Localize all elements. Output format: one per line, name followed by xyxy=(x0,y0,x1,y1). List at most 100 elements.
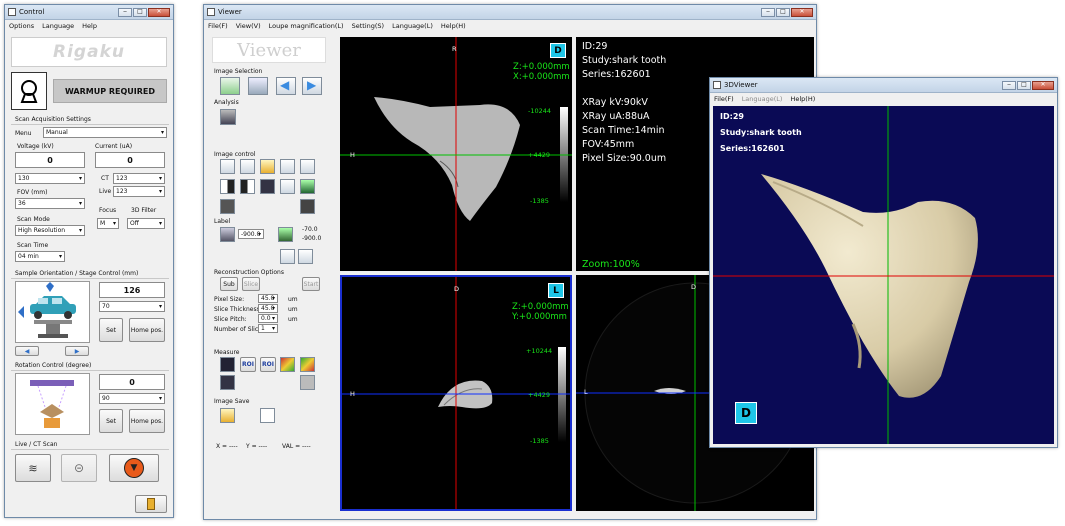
capture-icon[interactable] xyxy=(260,408,275,423)
analysis-button[interactable] xyxy=(220,109,236,125)
move-tool-icon[interactable] xyxy=(240,159,255,174)
exit-button[interactable] xyxy=(135,495,167,513)
menu-view[interactable]: View(V) xyxy=(236,22,261,30)
maximize-icon[interactable]: □ xyxy=(1017,80,1031,90)
value-label: VAL = ---- xyxy=(282,443,311,450)
menu-file[interactable]: File(F) xyxy=(208,22,228,30)
viewport-bottom-left[interactable]: D H L Z:+0.000mm Y:+0.000mm +10244 +4429… xyxy=(340,275,572,511)
contrast-tool-icon[interactable] xyxy=(220,179,235,194)
viewer-title: Viewer xyxy=(218,8,242,16)
menu-setting[interactable]: Setting(S) xyxy=(352,22,384,30)
scan-time-label: Scan Time xyxy=(17,242,49,249)
rotation-step-select[interactable]: 90 xyxy=(99,393,165,404)
reset-tool-icon[interactable] xyxy=(300,199,315,214)
maximize-icon[interactable]: □ xyxy=(133,7,147,17)
scale-tool-icon[interactable] xyxy=(280,179,295,194)
window-tool-icon[interactable] xyxy=(280,159,295,174)
image-save-label: Image Save xyxy=(214,398,250,405)
scan-mode-select[interactable]: High Resolution xyxy=(15,225,85,236)
control-titlebar[interactable]: Control ‒ □ ✕ xyxy=(5,5,173,20)
live-scan-button[interactable]: ≋ xyxy=(15,454,51,482)
slice-button[interactable]: Slice xyxy=(242,277,260,291)
label-tool-b-icon[interactable] xyxy=(298,249,313,264)
fov-select[interactable]: 36 xyxy=(15,198,85,209)
vp1-top-orientation: R xyxy=(452,45,457,53)
num-slices-input[interactable]: 1 xyxy=(258,324,278,333)
menu-loupe[interactable]: Loupe magnification(L) xyxy=(269,22,344,30)
3d-filter-select[interactable]: Off xyxy=(127,218,165,229)
slice-thickness-input[interactable]: 45.0 xyxy=(258,304,278,313)
label-left-icon[interactable] xyxy=(220,227,235,242)
minimize-icon[interactable]: ‒ xyxy=(761,7,775,17)
slice-pitch-input[interactable]: 0.0 xyxy=(258,314,278,323)
image-selection-label: Image Selection xyxy=(214,68,263,75)
vp4-left-orientation: L xyxy=(584,388,588,396)
stage-right-button[interactable]: ▶ xyxy=(65,346,89,356)
start-button[interactable]: Start xyxy=(302,277,320,291)
ct-current-select[interactable]: 123 xyxy=(113,173,165,184)
vp2-view-badge[interactable]: L xyxy=(548,283,564,298)
menu-file[interactable]: File(F) xyxy=(714,95,734,103)
menu-help[interactable]: Help(H) xyxy=(790,95,815,103)
sub-button[interactable]: Sub xyxy=(220,277,238,291)
measure-paint-icon[interactable] xyxy=(280,357,295,372)
live-label: Live xyxy=(99,188,112,195)
vp1-z-position: Z:+0.000mm xyxy=(513,62,570,72)
menu-help[interactable]: Help(H) xyxy=(441,22,466,30)
save-image-icon[interactable] xyxy=(220,408,235,423)
layout-tool-icon[interactable] xyxy=(220,199,235,214)
measure-grid-icon[interactable] xyxy=(220,375,235,390)
menu-language[interactable]: Language(L) xyxy=(742,95,783,103)
ct-scan-button[interactable]: ⊝ xyxy=(61,454,97,482)
histogram-tool-icon[interactable] xyxy=(260,179,275,194)
slice-thickness-unit: um xyxy=(288,306,298,313)
focus-select[interactable]: M xyxy=(97,218,119,229)
rotation-set-button[interactable]: Set xyxy=(99,409,123,433)
viewport-top-left[interactable]: R H D Z:+0.000mm X:+0.000mm -10244 +4429… xyxy=(340,37,572,271)
label-tool-a-icon[interactable] xyxy=(280,249,295,264)
pixel-size-input[interactable]: 45.0 xyxy=(258,294,278,303)
roi-ellipse-button[interactable]: ROI xyxy=(260,357,276,372)
menu-language[interactable]: Language xyxy=(42,22,74,30)
vp1-view-badge[interactable]: D xyxy=(550,43,566,58)
rotation-home-button[interactable]: Home pos. xyxy=(129,409,165,433)
stage-home-button[interactable]: Home pos. xyxy=(129,318,165,342)
stop-button[interactable]: ▼ xyxy=(109,454,159,482)
label-value-1[interactable]: -900.0 xyxy=(238,229,264,239)
measure-color-icon[interactable] xyxy=(300,357,315,372)
stage-set-button[interactable]: Set xyxy=(99,318,123,342)
prev-image-button[interactable]: ◀ xyxy=(276,77,296,95)
minimize-icon[interactable]: ‒ xyxy=(118,7,132,17)
vp2-scale-mid: +4429 xyxy=(528,391,550,399)
open-image-button[interactable] xyxy=(220,77,240,95)
stage-step-select[interactable]: 70 xyxy=(99,301,165,312)
crosshair-tool-icon[interactable] xyxy=(220,159,235,174)
close-icon[interactable]: ✕ xyxy=(1032,80,1054,90)
menu-language[interactable]: Language(L) xyxy=(392,22,433,30)
3d-render-area[interactable]: ID:29 Study:shark tooth Series:162601 D xyxy=(713,106,1054,444)
maximize-icon[interactable]: □ xyxy=(776,7,790,17)
3d-view-badge[interactable]: D xyxy=(735,402,757,424)
menu-help[interactable]: Help xyxy=(82,22,97,30)
close-icon[interactable]: ✕ xyxy=(791,7,813,17)
zoom-tool-icon[interactable] xyxy=(300,159,315,174)
roi-rect-button[interactable]: ROI xyxy=(240,357,256,372)
stage-left-button[interactable]: ◀ xyxy=(15,346,39,356)
invert-tool-icon[interactable] xyxy=(240,179,255,194)
menu-select[interactable]: Manual xyxy=(43,127,167,138)
filter-tool-icon[interactable] xyxy=(300,179,315,194)
measure-line-icon[interactable] xyxy=(220,357,235,372)
load-series-button[interactable] xyxy=(248,77,268,95)
3dviewer-titlebar[interactable]: 3DViewer ‒ □ ✕ xyxy=(710,78,1057,93)
scan-time-select[interactable]: 04 min xyxy=(15,251,65,262)
live-current-select[interactable]: 123 xyxy=(113,186,165,197)
close-icon[interactable]: ✕ xyxy=(148,7,170,17)
measure-back-icon[interactable] xyxy=(300,375,315,390)
next-image-button[interactable]: ▶ xyxy=(302,77,322,95)
viewer-titlebar[interactable]: Viewer ‒ □ ✕ xyxy=(204,5,816,20)
brightness-tool-icon[interactable] xyxy=(260,159,275,174)
minimize-icon[interactable]: ‒ xyxy=(1002,80,1016,90)
menu-options[interactable]: Options xyxy=(9,22,34,30)
voltage-select[interactable]: 130 xyxy=(15,173,85,184)
label-right-icon[interactable] xyxy=(278,227,293,242)
